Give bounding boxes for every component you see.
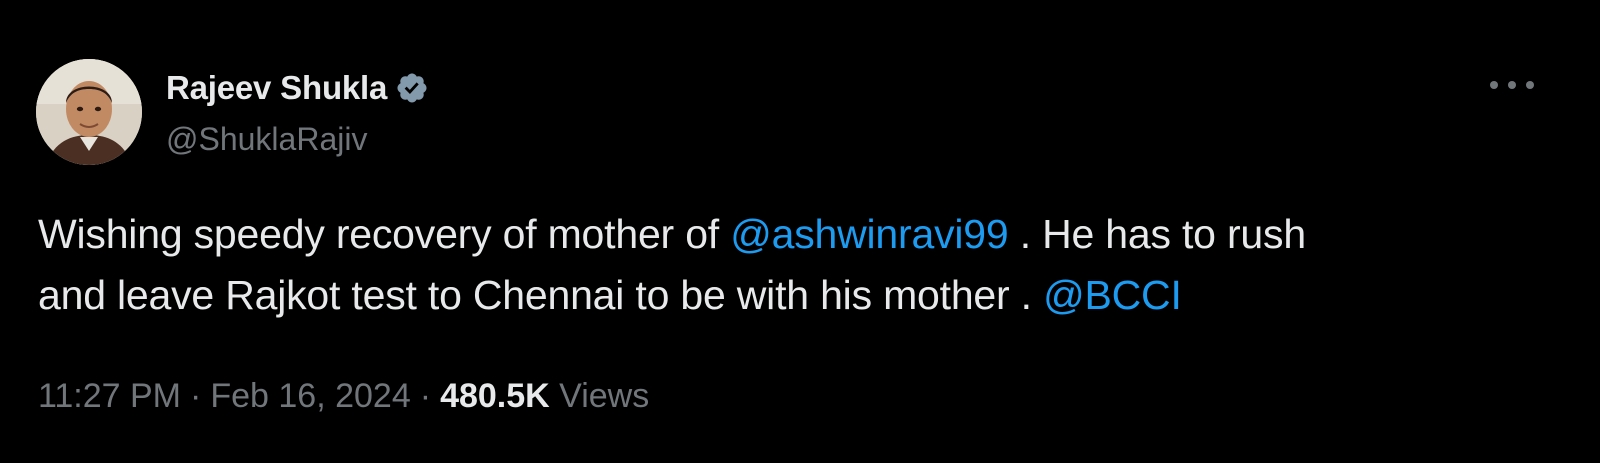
- mention-link-bcci[interactable]: @BCCI: [1043, 272, 1182, 318]
- tweet-card: Rajeev Shukla @ShuklaRajiv Wishing speed…: [0, 0, 1600, 463]
- tweet-text-segment: and leave Rajkot test to Chennai to be w…: [38, 272, 1044, 318]
- tweet-date[interactable]: Feb 16, 2024: [210, 377, 410, 415]
- mention-link-ashwinravi99[interactable]: @ashwinravi99: [730, 211, 1009, 257]
- meta-separator: ·: [419, 377, 432, 415]
- tweet-time[interactable]: 11:27 PM: [38, 377, 181, 415]
- name-row: Rajeev Shukla: [166, 66, 429, 110]
- more-dot: [1508, 81, 1516, 89]
- views-label: Views: [559, 377, 650, 415]
- user-handle[interactable]: @ShuklaRajiv: [166, 121, 367, 158]
- verified-badge-icon[interactable]: [395, 71, 429, 105]
- meta-separator: ·: [190, 377, 202, 415]
- more-dot: [1526, 81, 1534, 89]
- tweet-meta: 11:27 PM · Feb 16, 2024 · 480.5K Views: [38, 377, 649, 416]
- tweet-text-segment: . He has to rush: [1008, 211, 1306, 257]
- avatar[interactable]: [36, 59, 142, 165]
- tweet-text-segment: Wishing speedy recovery of mother of: [38, 211, 731, 257]
- views-count[interactable]: 480.5K: [440, 377, 550, 415]
- avatar-photo-icon: [36, 59, 142, 165]
- more-dot: [1490, 81, 1498, 89]
- tweet-text: Wishing speedy recovery of mother of @as…: [38, 204, 1558, 326]
- display-name[interactable]: Rajeev Shukla: [166, 69, 387, 107]
- more-options-icon[interactable]: [1490, 68, 1534, 102]
